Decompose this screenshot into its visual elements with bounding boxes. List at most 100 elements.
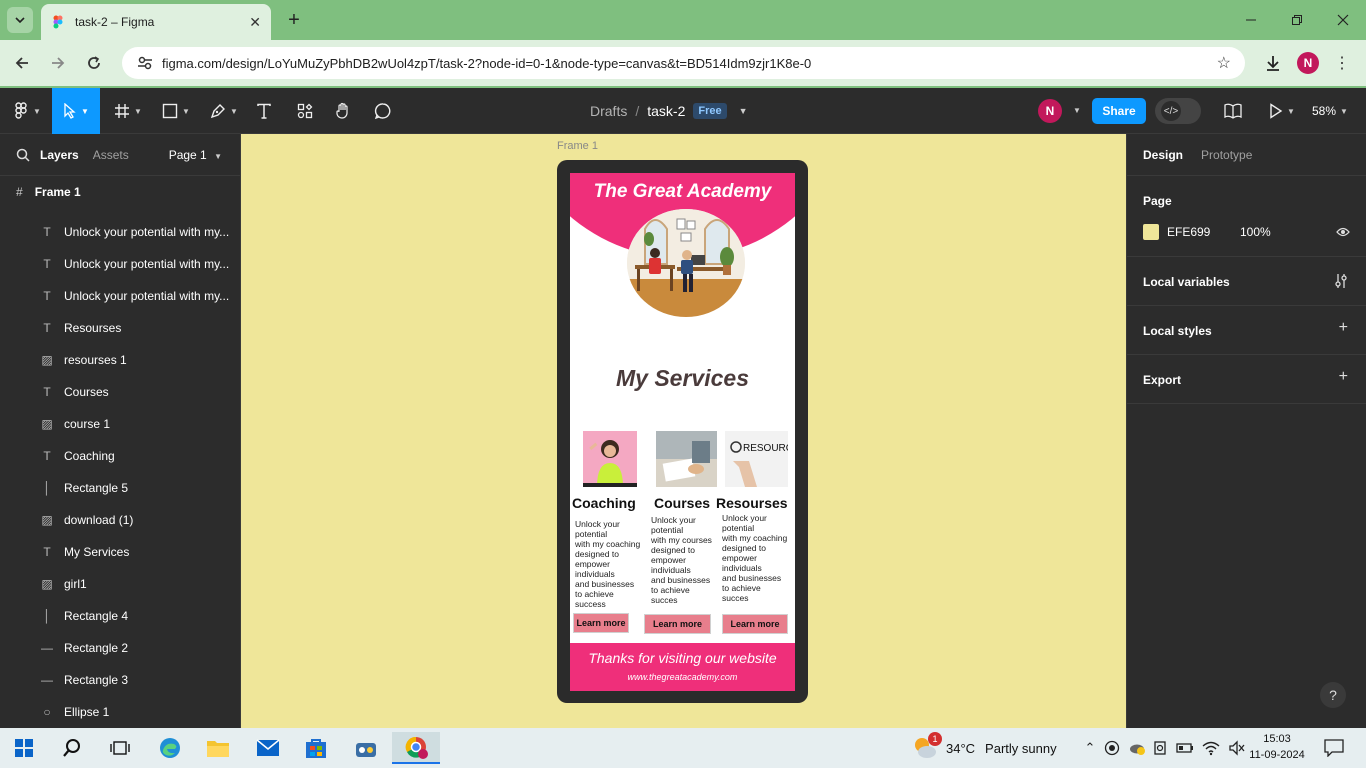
close-icon — [1337, 14, 1349, 26]
chrome-app[interactable] — [392, 732, 440, 764]
learn-more-resources-button[interactable]: Learn more — [722, 614, 788, 634]
browser-menu-icon[interactable]: ⋮ — [1332, 52, 1352, 74]
help-button[interactable]: ? — [1320, 682, 1346, 708]
move-tool-button[interactable]: ▼ — [52, 88, 100, 134]
page-color-row[interactable]: EFE699 100% — [1143, 224, 1271, 240]
text-tool-button[interactable] — [252, 88, 276, 134]
browser-tab[interactable]: task-2 – Figma ✕ — [41, 4, 271, 40]
file-explorer-app[interactable] — [202, 732, 234, 764]
close-window-button[interactable] — [1320, 0, 1366, 40]
file-name[interactable]: task-2 — [647, 103, 685, 119]
back-button[interactable] — [9, 50, 35, 76]
share-button[interactable]: Share — [1092, 98, 1146, 124]
page-opacity[interactable]: 100% — [1240, 225, 1271, 239]
wifi-icon[interactable] — [1202, 740, 1220, 756]
page-selector[interactable]: Page 1 ▼ — [169, 148, 222, 162]
profile-avatar[interactable]: N — [1297, 52, 1319, 74]
bookmark-star-icon[interactable]: ☆ — [1217, 53, 1231, 73]
layer-row[interactable]: ▨ download (1) — [0, 504, 240, 536]
tab-prototype[interactable]: Prototype — [1201, 148, 1252, 162]
forward-button[interactable] — [45, 50, 71, 76]
new-tab-button[interactable]: + — [282, 8, 306, 32]
search-icon[interactable] — [16, 148, 30, 162]
user-avatar[interactable]: N — [1038, 99, 1062, 123]
layer-row[interactable]: T My Services — [0, 536, 240, 568]
downloads-button[interactable] — [1260, 50, 1286, 76]
chevron-down-icon[interactable]: ▼ — [1073, 106, 1081, 115]
layer-row[interactable]: T Unlock your potential with my... — [0, 248, 240, 280]
reload-button[interactable] — [81, 50, 107, 76]
breadcrumb-drafts[interactable]: Drafts — [590, 103, 627, 119]
layer-row[interactable]: — Rectangle 3 — [0, 664, 240, 696]
minimize-button[interactable] — [1228, 0, 1274, 40]
tab-assets[interactable]: Assets — [93, 148, 129, 162]
variables-icon[interactable] — [1334, 273, 1348, 289]
system-clock[interactable]: 15:03 11-09-2024 — [1246, 731, 1308, 763]
layer-row[interactable]: T Unlock your potential with my... — [0, 216, 240, 248]
mail-app[interactable] — [252, 732, 284, 764]
frame-label[interactable]: Frame 1 — [557, 140, 598, 152]
meet-now-icon[interactable] — [1152, 740, 1168, 756]
taskbar-search-button[interactable] — [56, 732, 88, 764]
layer-frame-label: Frame 1 — [34, 185, 81, 199]
layer-row[interactable]: ▨ course 1 — [0, 408, 240, 440]
task-view-button[interactable] — [104, 732, 136, 764]
game-app[interactable] — [350, 732, 382, 764]
battery-icon[interactable] — [1176, 741, 1194, 755]
layer-row[interactable]: ▨ resourses 1 — [0, 344, 240, 376]
chevron-down-icon[interactable]: ▼ — [739, 106, 748, 116]
layer-frame[interactable]: # Frame 1 — [0, 176, 240, 208]
local-styles-section[interactable]: Local styles + — [1127, 306, 1366, 355]
resources-tool-button[interactable] — [292, 88, 318, 134]
dev-mode-toggle[interactable]: </> — [1155, 98, 1201, 124]
figma-logo-icon — [15, 102, 27, 119]
layer-row[interactable]: T Courses — [0, 376, 240, 408]
layer-row[interactable]: ○ Ellipse 1 — [0, 696, 240, 728]
comment-tool-button[interactable] — [370, 88, 396, 134]
notifications-button[interactable] — [1318, 732, 1350, 764]
pen-tool-button[interactable]: ▼ — [204, 88, 244, 134]
present-button[interactable]: ▼ — [1264, 88, 1300, 134]
address-bar[interactable]: figma.com/design/LoYuMuZyPbhDB2wUol4zpT/… — [122, 47, 1245, 79]
page-color-swatch[interactable] — [1143, 224, 1159, 240]
hand-tool-button[interactable] — [330, 88, 356, 134]
layer-row[interactable]: — Rectangle 2 — [0, 632, 240, 664]
card-title-courses: Courses — [654, 495, 711, 511]
chevron-down-icon: ▼ — [134, 106, 142, 116]
store-app[interactable] — [300, 732, 332, 764]
chevron-up-icon[interactable]: ⌃ — [1078, 740, 1102, 756]
weather-widget[interactable]: 1 34°C Partly sunny — [912, 728, 1057, 768]
canvas[interactable]: Frame 1 The Great Academy My Services RE… — [241, 134, 1126, 728]
tab-design[interactable]: Design — [1143, 148, 1183, 162]
page-color-hex[interactable]: EFE699 — [1167, 225, 1240, 239]
layer-row[interactable]: ▨ girl1 — [0, 568, 240, 600]
phone-frame[interactable]: The Great Academy My Services RESOUR Coa… — [557, 160, 808, 703]
main-menu-button[interactable]: ▼ — [8, 88, 48, 134]
library-button[interactable] — [1220, 88, 1246, 134]
tab-close-icon[interactable]: ✕ — [249, 14, 261, 31]
onedrive-warning-icon[interactable] — [1128, 740, 1146, 756]
learn-more-coaching-button[interactable]: Learn more — [573, 613, 629, 633]
layer-row[interactable]: T Unlock your potential with my... — [0, 280, 240, 312]
layer-row[interactable]: T Coaching — [0, 440, 240, 472]
tab-search-button[interactable] — [7, 7, 33, 33]
restore-button[interactable] — [1274, 0, 1320, 40]
start-button[interactable] — [8, 732, 40, 764]
layer-row[interactable]: │ Rectangle 5 — [0, 472, 240, 504]
tab-layers[interactable]: Layers — [40, 148, 79, 162]
speaker-muted-icon[interactable] — [1228, 740, 1246, 756]
frame-tool-button[interactable]: ▼ — [108, 88, 148, 134]
zoom-menu[interactable]: 58% ▼ — [1312, 88, 1348, 134]
add-style-icon[interactable]: + — [1339, 319, 1348, 337]
learn-more-courses-button[interactable]: Learn more — [644, 614, 711, 634]
layer-row[interactable]: T Resourses — [0, 312, 240, 344]
local-variables-section[interactable]: Local variables — [1127, 257, 1366, 306]
add-export-icon[interactable]: + — [1339, 368, 1348, 386]
layer-row[interactable]: │ Rectangle 4 — [0, 600, 240, 632]
partly-sunny-icon: 1 — [912, 732, 942, 761]
edge-app[interactable] — [154, 732, 186, 764]
shape-tool-button[interactable]: ▼ — [156, 88, 196, 134]
export-section[interactable]: Export + — [1127, 355, 1366, 404]
eye-icon[interactable] — [1336, 227, 1350, 237]
record-icon[interactable] — [1104, 740, 1120, 756]
